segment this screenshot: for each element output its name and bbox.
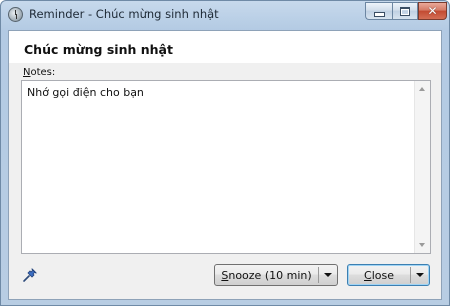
notes-text: Nhớ gọi điện cho bạn <box>27 86 144 99</box>
title-bar[interactable]: Reminder - Chúc mừng sinh nhật ✕ <box>1 1 449 29</box>
snooze-dropdown[interactable] <box>319 273 337 277</box>
close-accelerator: C <box>364 268 372 282</box>
notes-label-text: otes: <box>30 67 56 78</box>
client-area: Chúc mừng sinh nhật Notes: Nhớ gọi điện … <box>8 30 442 300</box>
close-label-text: lose <box>371 268 394 282</box>
close-label: Close <box>348 269 410 282</box>
notes-scrollbar[interactable] <box>414 81 430 253</box>
alarm-clock-icon[interactable] <box>8 7 23 22</box>
pushpin-icon[interactable] <box>22 267 38 283</box>
minimize-icon <box>373 11 385 17</box>
notes-label: Notes: <box>23 67 55 78</box>
window-title: Reminder - Chúc mừng sinh nhật <box>29 7 219 21</box>
snooze-label: Snooze (10 min) <box>215 269 318 282</box>
close-icon: ✕ <box>427 4 438 18</box>
reminder-window: Reminder - Chúc mừng sinh nhật ✕ Chúc mừ… <box>0 0 450 306</box>
snooze-label-text: nooze (10 min) <box>228 268 312 282</box>
scroll-up-icon[interactable] <box>419 87 425 91</box>
subject-panel: Chúc mừng sinh nhật <box>9 31 441 63</box>
maximize-button[interactable] <box>392 2 418 20</box>
chevron-down-icon <box>324 273 332 277</box>
notes-textarea[interactable]: Nhớ gọi điện cho bạn <box>21 80 431 254</box>
maximize-icon <box>400 6 410 16</box>
close-button[interactable]: Close <box>347 264 430 286</box>
snooze-button[interactable]: Snooze (10 min) <box>214 264 338 286</box>
minimize-button[interactable] <box>365 2 392 20</box>
scroll-down-icon[interactable] <box>419 243 425 247</box>
reminder-subject: Chúc mừng sinh nhật <box>24 42 173 57</box>
close-window-button[interactable]: ✕ <box>418 2 447 20</box>
chevron-down-icon <box>416 273 424 277</box>
close-dropdown[interactable] <box>411 273 429 277</box>
